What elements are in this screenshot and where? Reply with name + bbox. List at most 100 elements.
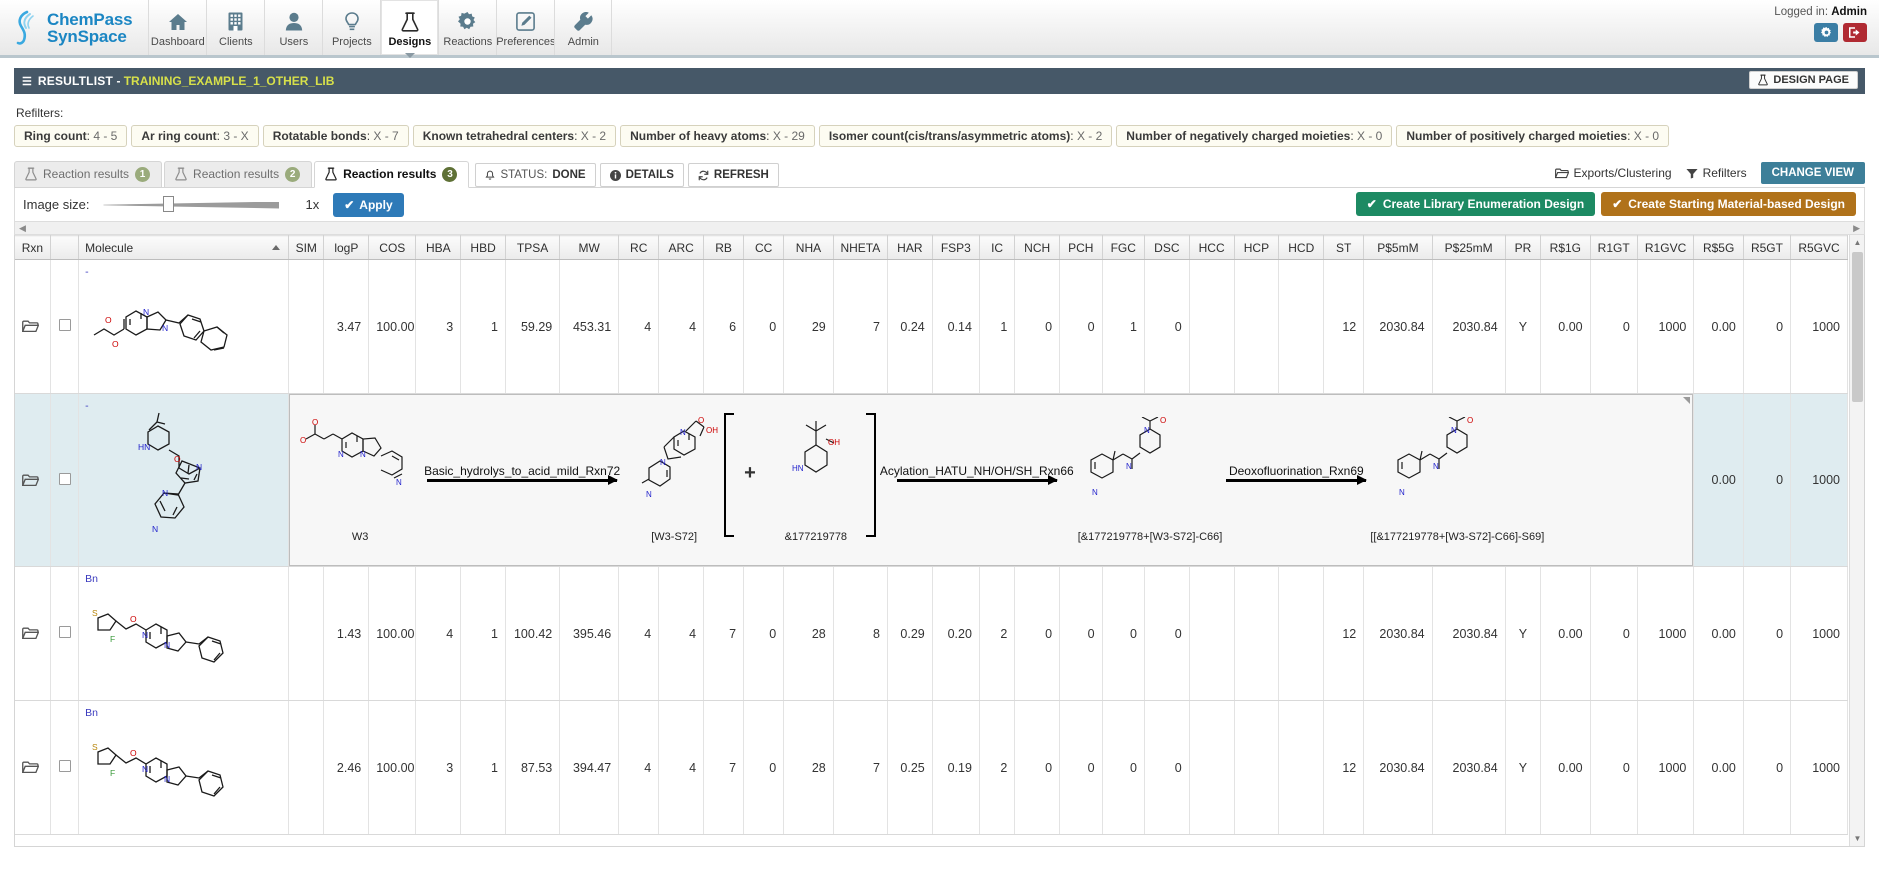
col-header-logp[interactable]: logP [324,236,369,260]
col-header-hba[interactable]: HBA [416,236,461,260]
col-header-cos[interactable]: COS [369,236,416,260]
col-header-r1g[interactable]: R$1G [1541,236,1591,260]
apply-button[interactable]: ✔ Apply [333,193,403,217]
refilter-pill-ar-ring-count[interactable]: Ar ring count: 3 - X [131,125,258,147]
refilter-pill-isomer-count[interactable]: Isomer count(cis/trans/asymmetric atoms)… [819,125,1112,147]
nav-item-admin[interactable]: Admin [554,0,612,55]
col-header-r5gt[interactable]: R5GT [1743,236,1790,260]
details-button[interactable]: DETAILS [600,163,684,187]
nav-item-users[interactable]: Users [264,0,322,55]
brand-logo-area[interactable]: ChemPass SynSpace [0,0,148,55]
row-expand-cell[interactable] [15,394,50,567]
nav-item-preferences[interactable]: Preferences [496,0,554,55]
molecule-structure-cell[interactable]: - [79,394,289,567]
col-header-hcc[interactable]: HCC [1189,236,1234,260]
open-folder-icon[interactable] [22,761,43,774]
row-checkbox-cell[interactable] [50,260,78,394]
slider-handle[interactable] [163,196,174,212]
col-header-nha[interactable]: NHA [784,236,834,260]
col-header-st[interactable]: ST [1324,236,1364,260]
row-checkbox-cell[interactable] [50,701,78,835]
row-checkbox-cell[interactable] [50,567,78,701]
tab-reaction-results-2[interactable]: Reaction results 2 [164,161,312,187]
tab-reaction-results-3[interactable]: Reaction results 3 [314,161,469,188]
col-header-p25mm[interactable]: P$25mM [1432,236,1505,260]
create-library-enumeration-design-button[interactable]: ✔ Create Library Enumeration Design [1356,192,1595,216]
resize-handle[interactable] [1683,397,1690,404]
row-expand-cell[interactable] [15,701,50,835]
create-starting-material-design-button[interactable]: ✔ Create Starting Material-based Design [1601,192,1856,216]
col-header-fgc[interactable]: FGC [1102,236,1144,260]
image-size-slider[interactable] [103,198,279,212]
exports-clustering-button[interactable]: Exports/Clustering [1555,166,1672,180]
col-header-pr[interactable]: PR [1505,236,1540,260]
status-button[interactable]: STATUS: DONE [475,163,595,187]
open-folder-icon[interactable] [22,320,43,333]
table-row[interactable]: Bn S [15,701,1848,835]
molecule-structure-cell[interactable]: Bn S [79,701,289,835]
col-header-p5mm[interactable]: P$5mM [1364,236,1432,260]
col-header-nch[interactable]: NCH [1015,236,1060,260]
vertical-scrollbar[interactable]: ▲ ▼ [1849,235,1864,846]
reaction-scheme-cell[interactable]: O O N N N W3 Basic_hydrolys_to_acid_mild… [289,394,1694,567]
col-header-fsp3[interactable]: FSP3 [932,236,979,260]
col-header-select[interactable] [50,236,78,260]
logout-icon-button[interactable] [1843,23,1867,42]
col-header-r1gt[interactable]: R1GT [1590,236,1637,260]
col-header-har[interactable]: HAR [887,236,932,260]
settings-icon-button[interactable] [1814,23,1838,42]
scroll-up-arrow-icon[interactable]: ▲ [1850,235,1865,250]
col-header-hcd[interactable]: HCD [1279,236,1324,260]
col-header-pch[interactable]: PCH [1060,236,1102,260]
col-header-hcp[interactable]: HCP [1234,236,1279,260]
nav-item-dashboard[interactable]: Dashboard [148,0,206,55]
col-header-dsc[interactable]: DSC [1144,236,1189,260]
scrollbar-thumb[interactable] [1852,252,1863,402]
col-header-rc[interactable]: RC [619,236,659,260]
scroll-down-arrow-icon[interactable]: ▼ [1850,831,1865,846]
scroll-left-arrow-icon[interactable]: ◀ [19,223,26,234]
table-row[interactable]: Bn S [15,567,1848,701]
col-header-tpsa[interactable]: TPSA [505,236,559,260]
refilters-button[interactable]: Refilters [1686,166,1747,180]
refilter-pill-known-tetrahedral-centers[interactable]: Known tetrahedral centers: X - 2 [413,125,616,147]
row-checkbox[interactable] [59,319,71,331]
design-page-button[interactable]: DESIGN PAGE [1749,71,1858,89]
row-expand-cell[interactable] [15,260,50,394]
refilter-pill-rotatable-bonds[interactable]: Rotatable bonds: X - 7 [263,125,409,147]
col-header-mw[interactable]: MW [560,236,619,260]
molecule-structure-cell[interactable]: Bn S [79,567,289,701]
refilter-pill-negatively-charged-moieties[interactable]: Number of negatively charged moieties: X… [1116,125,1392,147]
table-row[interactable]: - [15,260,1848,394]
nav-item-projects[interactable]: Projects [322,0,380,55]
table-row-expanded[interactable]: - [15,394,1848,567]
refilter-pill-ring-count[interactable]: Ring count: 4 - 5 [14,125,127,147]
col-header-rb[interactable]: RB [704,236,744,260]
molecule-structure-cell[interactable]: - [79,260,289,394]
tab-reaction-results-1[interactable]: Reaction results 1 [14,161,162,187]
col-header-cc[interactable]: CC [744,236,784,260]
row-checkbox[interactable] [59,473,71,485]
row-checkbox[interactable] [59,760,71,772]
refresh-button[interactable]: REFRESH [688,163,779,187]
row-checkbox[interactable] [59,626,71,638]
col-header-molecule[interactable]: Molecule [79,236,289,260]
col-header-r5g[interactable]: R$5G [1694,236,1744,260]
col-header-r5gvc[interactable]: R5GVC [1791,236,1848,260]
col-header-r1gvc[interactable]: R1GVC [1637,236,1694,260]
col-header-sim[interactable]: SIM [289,236,324,260]
refilter-pill-positively-charged-moieties[interactable]: Number of positively charged moieties: X… [1396,125,1669,147]
nav-item-designs[interactable]: Designs [380,0,438,55]
row-expand-cell[interactable] [15,567,50,701]
open-folder-icon[interactable] [22,627,43,640]
open-folder-icon[interactable] [22,474,43,487]
col-header-hbd[interactable]: HBD [461,236,506,260]
refilter-pill-number-of-heavy-atoms[interactable]: Number of heavy atoms: X - 29 [620,125,815,147]
horizontal-scrollbar-top[interactable]: ◀ ▶ [14,222,1865,235]
col-header-nheta[interactable]: NHETA [833,236,887,260]
row-checkbox-cell[interactable] [50,394,78,567]
scroll-right-arrow-icon[interactable]: ▶ [1853,223,1860,234]
col-header-arc[interactable]: ARC [659,236,704,260]
col-header-ic[interactable]: IC [979,236,1014,260]
nav-item-reactions[interactable]: Reactions [438,0,496,55]
